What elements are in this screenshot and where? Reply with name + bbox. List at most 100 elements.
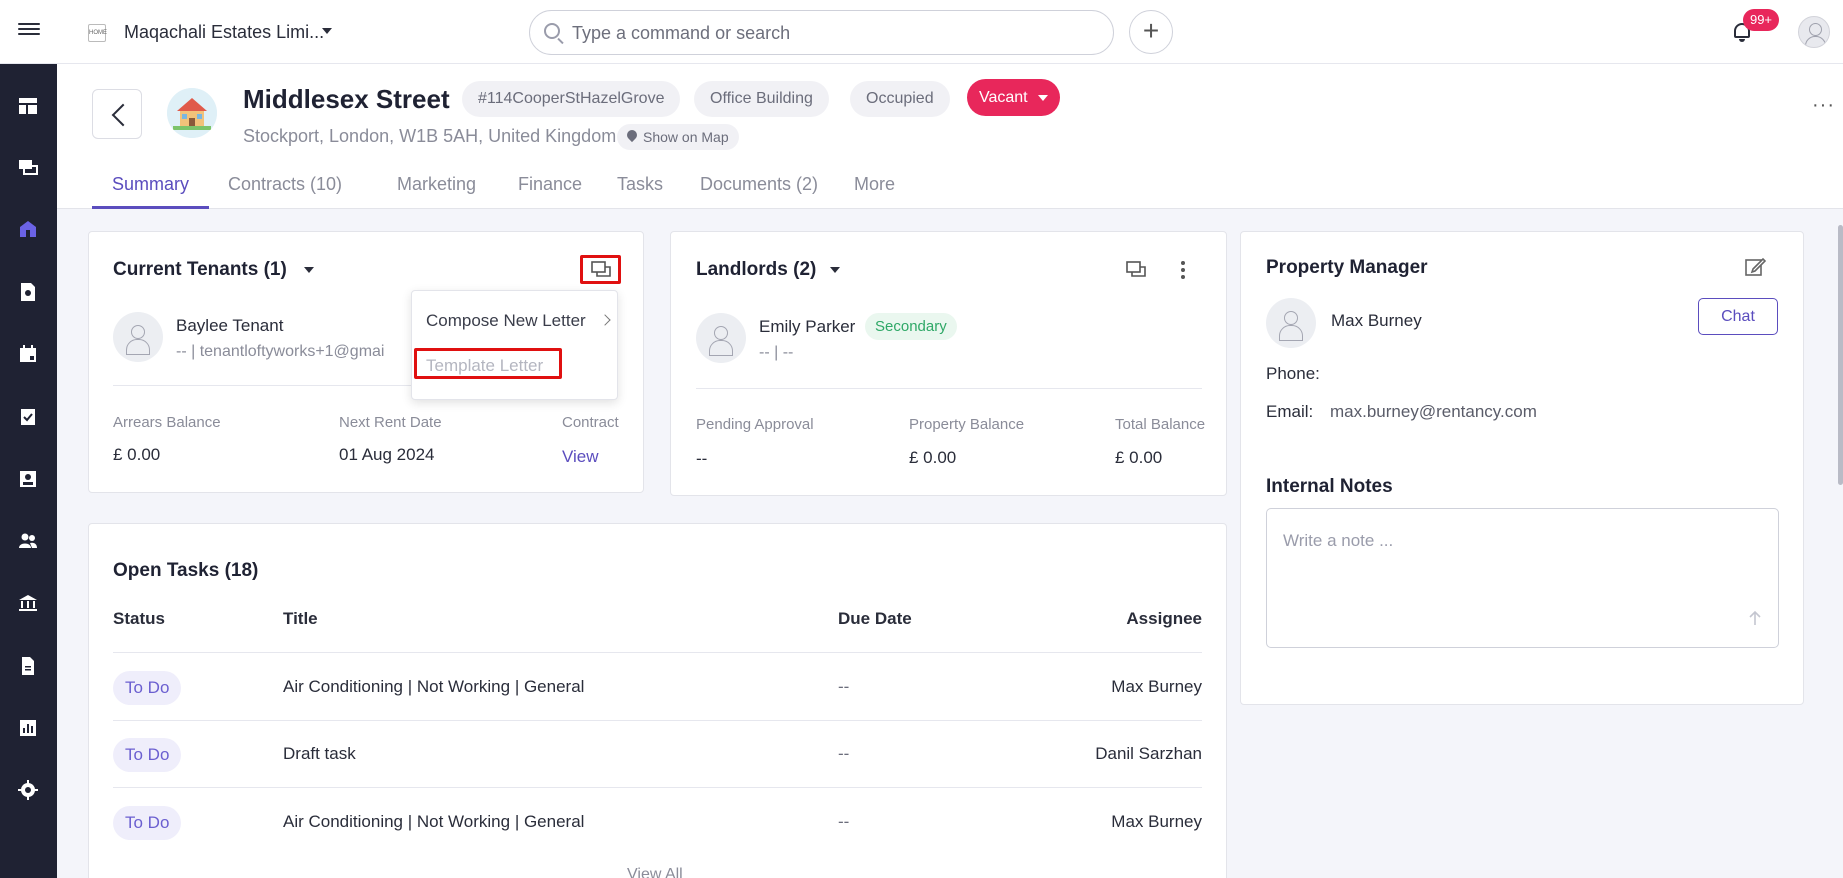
gear-icon <box>18 780 38 800</box>
edit-icon[interactable] <box>1743 255 1767 279</box>
manager-avatar <box>1266 298 1316 348</box>
tenant-avatar <box>113 312 163 362</box>
sidebar-item-properties[interactable] <box>0 204 57 254</box>
kebab-menu-icon[interactable] <box>1171 258 1195 282</box>
chat-button[interactable]: Chat <box>1698 298 1778 335</box>
task-due-date: -- <box>838 677 850 696</box>
clipboard-check-icon <box>21 409 35 425</box>
view-all-link[interactable]: View All <box>627 866 683 878</box>
email-value[interactable]: max.burney@rentancy.com <box>1330 402 1537 422</box>
reference-chip: #114CooperStHazelGrove <box>462 81 681 117</box>
tab-summary[interactable]: Summary <box>92 164 210 209</box>
contract-label: Contract <box>562 414 619 431</box>
task-assignee: Max Burney <box>1111 812 1202 831</box>
occupancy-chip: Occupied <box>850 81 950 117</box>
landlords-title[interactable]: Landlords (2) <box>696 259 816 281</box>
org-logo: HOME <box>88 24 107 42</box>
divider <box>113 652 1202 653</box>
arrears-value: £ 0.00 <box>113 445 161 464</box>
property-address: Stockport, London, W1B 5AH, United Kingd… <box>243 126 617 146</box>
landlord-contact: -- | -- <box>759 344 794 361</box>
phone-label: Phone: <box>1266 364 1320 383</box>
bar-chart-icon <box>20 720 36 736</box>
sidebar-item-tasks[interactable] <box>0 391 57 441</box>
sidebar-item-contracts[interactable] <box>0 267 57 317</box>
internal-notes-box[interactable] <box>1266 508 1779 648</box>
tab-contracts[interactable]: Contracts (10) <box>208 164 362 209</box>
task-title[interactable]: Air Conditioning | Not Working | General <box>283 812 584 832</box>
chat-icon <box>19 160 38 175</box>
tenant-contact: -- | tenantloftyworks+1@gmai <box>176 343 385 360</box>
show-on-map-button[interactable]: Show on Map <box>617 124 739 150</box>
email-label: Email: <box>1266 402 1314 421</box>
next-rent-value: 01 Aug 2024 <box>339 445 435 464</box>
chevron-down-icon[interactable] <box>322 28 332 34</box>
search-icon <box>544 23 560 39</box>
contact-card-icon <box>20 471 36 487</box>
letter-icon[interactable] <box>589 258 613 282</box>
tab-more[interactable]: More <box>834 164 915 209</box>
calendar-icon <box>20 345 36 362</box>
tenant-name[interactable]: Baylee Tenant <box>176 316 283 336</box>
menu-item-compose-letter[interactable]: Compose New Letter <box>426 311 586 331</box>
sidebar-item-messages[interactable] <box>0 142 57 192</box>
tab-tasks[interactable]: Tasks <box>597 164 683 209</box>
page-title: Middlesex Street <box>243 84 450 114</box>
note-input[interactable] <box>1283 531 1743 621</box>
property-manager-title: Property Manager <box>1266 257 1428 278</box>
sidebar-item-calendar[interactable] <box>0 329 57 379</box>
people-icon <box>19 533 37 548</box>
task-title[interactable]: Draft task <box>283 744 356 764</box>
back-button[interactable] <box>92 89 142 139</box>
property-balance-label: Property Balance <box>909 416 1025 433</box>
status-badge: To Do <box>113 738 182 772</box>
arrow-up-icon[interactable] <box>1748 610 1762 626</box>
property-header: Middlesex Street #114CooperStHazelGrove … <box>57 64 1843 209</box>
tab-marketing[interactable]: Marketing <box>377 164 496 209</box>
sidebar <box>0 64 57 878</box>
task-assignee: Danil Sarzhan <box>1095 744 1202 763</box>
menu-item-template-letter[interactable]: Template Letter <box>426 356 543 376</box>
sidebar-item-bank[interactable] <box>0 578 57 628</box>
pending-approval-label: Pending Approval <box>696 416 814 433</box>
tab-documents[interactable]: Documents (2) <box>680 164 838 209</box>
chevron-down-icon[interactable] <box>830 267 840 273</box>
letter-icon[interactable] <box>1124 258 1148 282</box>
tenants-title[interactable]: Current Tenants (1) <box>113 259 287 281</box>
internal-notes-title: Internal Notes <box>1266 476 1393 497</box>
file-icon <box>22 657 34 675</box>
command-search[interactable] <box>529 10 1114 55</box>
more-options-icon[interactable]: ··· <box>1812 94 1835 117</box>
sidebar-item-reports[interactable] <box>0 703 57 753</box>
chevron-right-icon <box>599 314 611 326</box>
menu-icon[interactable] <box>18 20 40 44</box>
task-due-date: -- <box>838 812 850 831</box>
status-dropdown[interactable]: Vacant <box>967 79 1060 116</box>
home-icon <box>20 221 36 237</box>
search-input[interactable] <box>572 20 1092 46</box>
contract-view-link[interactable]: View <box>562 447 599 467</box>
notification-badge: 99+ <box>1743 9 1779 31</box>
secondary-badge: Secondary <box>865 313 957 340</box>
property-image <box>167 88 217 138</box>
tab-finance[interactable]: Finance <box>498 164 602 209</box>
sidebar-item-dashboard[interactable] <box>0 81 57 131</box>
arrears-label: Arrears Balance <box>113 414 221 431</box>
sidebar-item-people[interactable] <box>0 516 57 566</box>
sidebar-item-contacts[interactable] <box>0 454 57 504</box>
top-bar: HOME Maqachali Estates Limi... + 99+ <box>0 0 1843 64</box>
manager-name: Max Burney <box>1331 311 1422 330</box>
add-button[interactable]: + <box>1129 10 1173 54</box>
task-title[interactable]: Air Conditioning | Not Working | General <box>283 677 584 697</box>
user-avatar[interactable] <box>1798 16 1830 48</box>
column-header-assignee: Assignee <box>1126 609 1202 628</box>
chevron-down-icon[interactable] <box>304 267 314 273</box>
scrollbar[interactable] <box>1838 225 1843 485</box>
column-header-title: Title <box>283 609 318 628</box>
pending-approval-value: -- <box>696 449 708 468</box>
org-selector[interactable]: Maqachali Estates Limi... <box>124 22 324 43</box>
landlord-name[interactable]: Emily Parker <box>759 317 855 337</box>
sidebar-item-settings[interactable] <box>0 765 57 815</box>
next-rent-label: Next Rent Date <box>339 414 442 431</box>
sidebar-item-documents[interactable] <box>0 641 57 691</box>
